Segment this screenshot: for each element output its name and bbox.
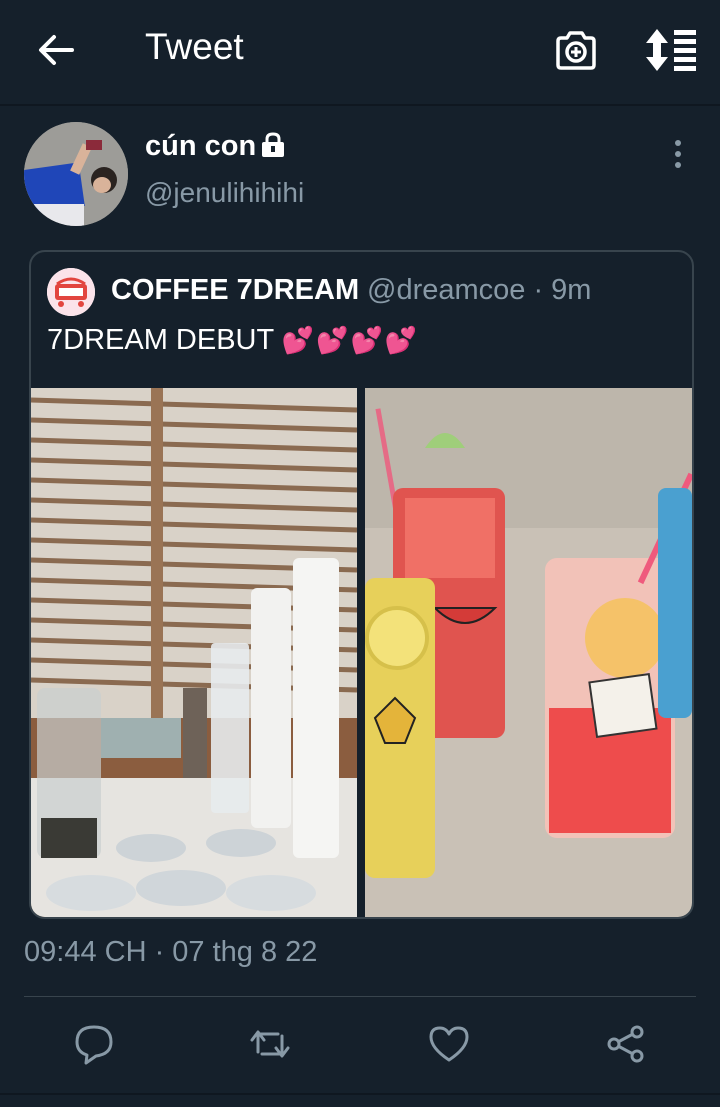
author-name[interactable]: cún con <box>145 130 256 163</box>
retweet-icon[interactable] <box>248 1022 292 1066</box>
lock-icon <box>262 132 284 157</box>
quoted-avatar[interactable] <box>47 268 95 316</box>
media-photo-cups[interactable] <box>31 388 357 917</box>
page-title: Tweet <box>145 26 244 67</box>
vertical-dots-icon[interactable] <box>664 140 692 172</box>
share-icon[interactable] <box>604 1022 648 1066</box>
bottom-divider <box>0 1093 720 1095</box>
quoted-author-handle: @dreamcoe · 9m <box>367 274 592 306</box>
quoted-author-name: COFFEE 7DREAM <box>111 274 360 306</box>
divider <box>24 996 696 997</box>
sort-list-icon[interactable] <box>644 27 698 73</box>
coffee-logo-icon <box>47 268 95 316</box>
media-photo-drinks[interactable] <box>365 388 692 917</box>
heart-emoji-group: 💕💕💕💕 <box>281 325 420 355</box>
avatar-photo <box>24 122 128 226</box>
arrow-left-icon[interactable] <box>34 28 78 72</box>
quoted-tweet-body: 7DREAM DEBUT <box>47 324 274 356</box>
media-grid <box>31 388 692 917</box>
camera-plus-icon[interactable] <box>553 27 599 73</box>
quoted-tweet[interactable]: COFFEE 7DREAM @dreamcoe · 9m 7DREAM DEBU… <box>29 250 694 919</box>
tweet-timestamp: 09:44 CH · 07 thg 8 22 <box>24 936 318 968</box>
heart-icon[interactable] <box>427 1022 471 1066</box>
author-handle[interactable]: @jenulihihihi <box>145 177 304 209</box>
reply-bubble-icon[interactable] <box>72 1022 116 1066</box>
avatar[interactable] <box>24 122 128 226</box>
quoted-tweet-text: 7DREAM DEBUT 💕💕💕💕 <box>47 324 419 357</box>
top-bar: Tweet <box>0 0 720 106</box>
